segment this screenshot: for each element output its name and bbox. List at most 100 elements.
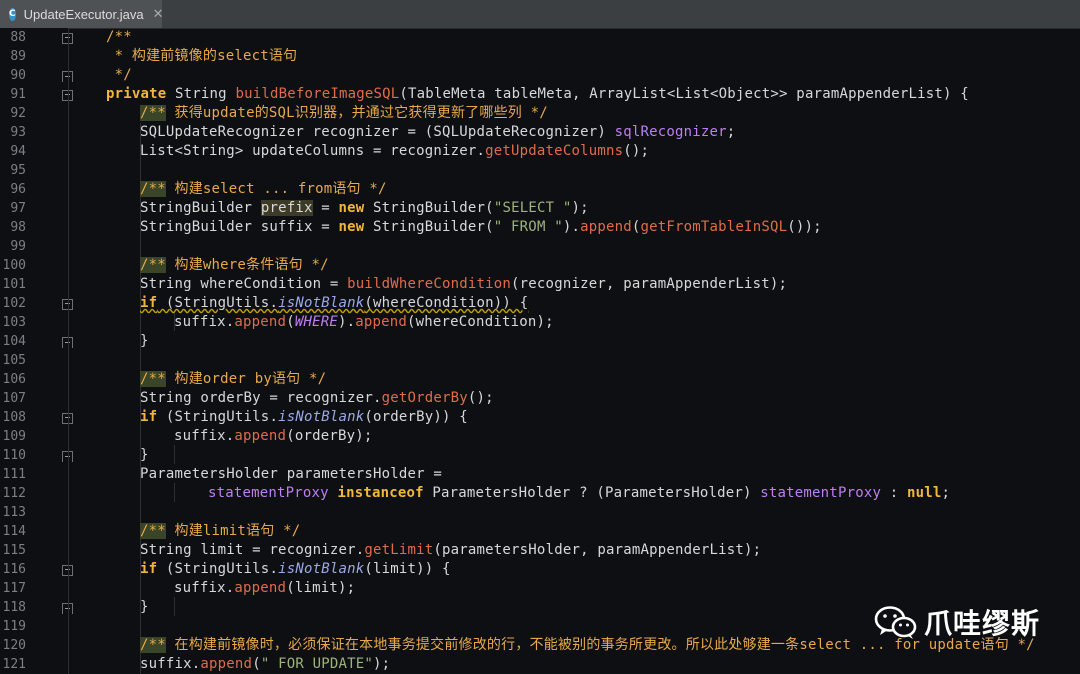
string-literal: "SELECT " [493, 200, 572, 216]
method-call: getLimit [364, 542, 434, 558]
code-line-108: if (StringUtils.isNotBlank(orderBy)) { [140, 408, 468, 427]
keyword: instanceof [337, 485, 424, 501]
code-line-121: suffix.append(" FOR UPDATE"); [140, 655, 390, 674]
code-text: ( [286, 314, 295, 330]
gutter-divider [68, 28, 69, 674]
line-number: 99 [10, 239, 26, 254]
string-literal: " FOR UPDATE" [260, 656, 374, 672]
constant: WHERE [294, 314, 338, 330]
code-line-114: /** 构建limit语句 */ [140, 522, 300, 541]
line-gutter: 88 89 90 91 92 93 94 95 96 97 98 99 100 101 102 103 104 1… [0, 28, 73, 674]
code-text: = [312, 200, 339, 216]
line-number: 115 [2, 543, 26, 558]
line-number: 114 [2, 524, 26, 539]
code-text: } [140, 447, 149, 463]
code-text: (StringUtils. [157, 561, 279, 577]
code-line-97: StringBuilder prefix = new StringBuilder… [140, 199, 589, 218]
field: statementProxy [208, 485, 329, 501]
code-text: StringBuilder [140, 200, 261, 216]
field: sqlRecognizer [614, 124, 727, 140]
line-number: 100 [2, 258, 26, 273]
line-number: 113 [2, 505, 26, 520]
code-text: } [140, 333, 149, 349]
code-text: ). [337, 314, 356, 330]
line-number: 109 [2, 429, 26, 444]
static-method: isNotBlank [278, 409, 365, 425]
code-line-101: String whereCondition = buildWhereCondit… [140, 275, 787, 294]
code-text: (parametersHolder, paramAppenderList); [433, 542, 762, 558]
type: String [166, 86, 236, 102]
code-text: suffix. [140, 656, 201, 672]
line-number: 98 [10, 220, 26, 235]
code-text: StringBuilder( [364, 200, 494, 216]
comment: 构建order by语句 */ [165, 371, 327, 387]
code-text: ). [562, 219, 581, 235]
code-text: ); [373, 656, 391, 672]
code-text: ( [252, 656, 261, 672]
code-text: (recognizer, paramAppenderList); [511, 276, 788, 292]
code-text: StringBuilder suffix = [140, 219, 339, 235]
code-line-88: /** [106, 28, 132, 47]
code-text: (); [623, 143, 650, 159]
comment: 构建select ... from语句 */ [165, 181, 387, 197]
method-call: buildWhereCondition [347, 276, 512, 292]
code-line-98: StringBuilder suffix = new StringBuilder… [140, 218, 822, 237]
line-number: 89 [10, 49, 26, 64]
comment: 获得update的SQL识别器，并通过它获得更新了哪些列 */ [165, 105, 548, 121]
code-line-112: statementProxy instanceof ParametersHold… [208, 484, 950, 503]
line-number: 97 [10, 201, 26, 216]
line-number: 110 [2, 448, 26, 463]
method-call: append [234, 314, 287, 330]
comment: 构建limit语句 */ [165, 523, 301, 539]
close-icon[interactable]: ✕ [153, 7, 164, 22]
static-method: isNotBlank [278, 561, 365, 577]
code-text: (limit)) { [364, 561, 451, 577]
code-text: (StringUtils. [157, 409, 279, 425]
keyword: if [140, 561, 158, 577]
doc-comment-start: /** [140, 523, 166, 539]
tab-title: UpdateExecutor.java [23, 6, 144, 22]
keyword: if [140, 295, 158, 311]
method-call: append [200, 656, 253, 672]
code-text: } [140, 599, 149, 615]
code-text: String limit = recognizer. [140, 542, 365, 558]
code-line-109: suffix.append(orderBy); [174, 427, 372, 446]
line-number: 112 [2, 486, 26, 501]
code-text: ( [631, 219, 641, 235]
line-number: 119 [2, 619, 26, 634]
code-text: : [881, 485, 907, 501]
code-text: String whereCondition = [140, 276, 348, 292]
line-number: 92 [10, 106, 26, 121]
editor-tab-bar: C UpdateExecutor.java ✕ [0, 0, 1080, 29]
line-number: 121 [2, 657, 26, 672]
code-line-90: */ [106, 66, 132, 85]
code-text: suffix. [174, 314, 235, 330]
line-number: 90 [10, 68, 26, 83]
string-literal: " FROM " [493, 219, 563, 235]
method-name: buildBeforeImageSQL [235, 86, 400, 102]
line-number: 111 [2, 467, 26, 482]
watermark: 爪哇缪斯 [874, 602, 1040, 642]
static-method: isNotBlank [278, 295, 365, 311]
code-line-106: /** 构建order by语句 */ [140, 370, 326, 389]
tab-update-executor[interactable]: C UpdateExecutor.java ✕ [0, 0, 164, 28]
comment: /** [106, 29, 132, 45]
code-text: (orderBy); [286, 428, 373, 444]
method-call: append [580, 219, 632, 235]
line-number: 105 [2, 353, 26, 368]
line-number: 108 [2, 410, 26, 425]
code-editor[interactable]: /** * 构建前镜像的select语句 */ private String b… [72, 28, 1080, 674]
code-text: List<String> updateColumns = recognizer. [140, 143, 486, 159]
line-number: 118 [2, 600, 26, 615]
code-text: String orderBy = recognizer. [140, 390, 382, 406]
keyword: new [338, 200, 365, 216]
code-text: (limit); [286, 580, 356, 596]
code-line-104: } [140, 332, 149, 351]
code-text: (whereCondition); [407, 314, 554, 330]
code-text: (); [467, 390, 494, 406]
line-number: 93 [10, 125, 26, 140]
code-text: StringBuilder( [364, 219, 494, 235]
line-number: 106 [2, 372, 26, 387]
method-call: append [355, 314, 408, 330]
code-text: (StringUtils. [157, 295, 279, 311]
